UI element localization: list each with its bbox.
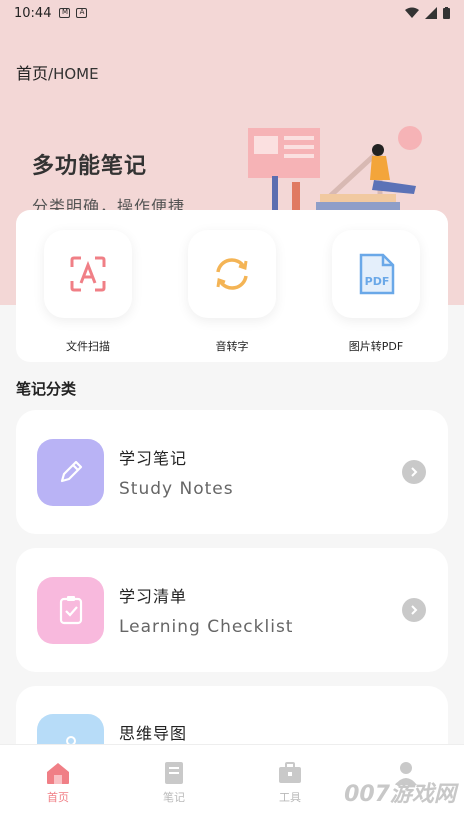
note-icon-box [37, 576, 104, 644]
nav-tools[interactable]: 工具 [232, 745, 348, 826]
tool-scan[interactable]: 文件扫描 [28, 230, 148, 362]
page-title: 首页/HOME [16, 60, 99, 84]
tool-voice-to-text[interactable]: 音转字 [172, 230, 292, 362]
study-illustration [248, 126, 422, 210]
notebook-icon [165, 762, 183, 784]
nav-label: 工具 [279, 791, 301, 804]
page-title-sub: /HOME [48, 65, 99, 83]
watermark: 007游戏网 [344, 782, 456, 807]
hero-title: 多功能笔记 [32, 154, 148, 179]
nav-notes[interactable]: 笔记 [116, 745, 232, 826]
tool-icon-box [44, 230, 132, 318]
app-notification-icon: A [76, 8, 88, 18]
note-category-study-notes[interactable]: 学习笔记 Study Notes [16, 410, 448, 534]
tools-card: 文件扫描 音转字 PDF 图片转PDF [16, 210, 448, 362]
status-bar: 10:44 M A [0, 0, 464, 26]
notification-icon: M [59, 8, 71, 18]
toolbox-icon [279, 762, 301, 783]
svg-text:PDF: PDF [365, 275, 390, 288]
tool-icon-box: PDF [332, 230, 420, 318]
note-subtitle: Study Notes [119, 479, 234, 499]
status-time: 10:44 [14, 5, 52, 21]
battery-icon [443, 7, 450, 19]
note-icon-box [37, 438, 104, 506]
note-title: 思维导图 [119, 724, 188, 743]
note-title: 学习清单 [119, 587, 188, 606]
nav-home[interactable]: 首页 [0, 745, 116, 826]
tool-label: 音转字 [215, 340, 249, 353]
tool-icon-box [188, 230, 276, 318]
nav-label: 首页 [47, 791, 69, 804]
clipboard-check-icon [59, 596, 82, 625]
note-title: 学习笔记 [119, 449, 188, 468]
signal-icon [425, 7, 437, 19]
note-subtitle: Learning Checklist [119, 617, 294, 637]
pdf-icon: PDF [359, 253, 395, 295]
nav-label: 笔记 [163, 791, 185, 804]
pencil-icon [60, 460, 82, 483]
wifi-icon [405, 7, 419, 18]
tool-label: 图片转PDF [348, 340, 404, 353]
page-title-main: 首页 [16, 64, 49, 83]
section-title: 笔记分类 [16, 380, 77, 398]
home-icon [47, 763, 69, 784]
chevron-right-icon[interactable] [402, 598, 426, 622]
chevron-right-icon[interactable] [402, 460, 426, 484]
refresh-icon [216, 258, 248, 290]
tool-image-to-pdf[interactable]: PDF 图片转PDF [316, 230, 436, 362]
tool-label: 文件扫描 [66, 340, 110, 353]
note-category-checklist[interactable]: 学习清单 Learning Checklist [16, 548, 448, 672]
scan-icon [70, 256, 106, 292]
